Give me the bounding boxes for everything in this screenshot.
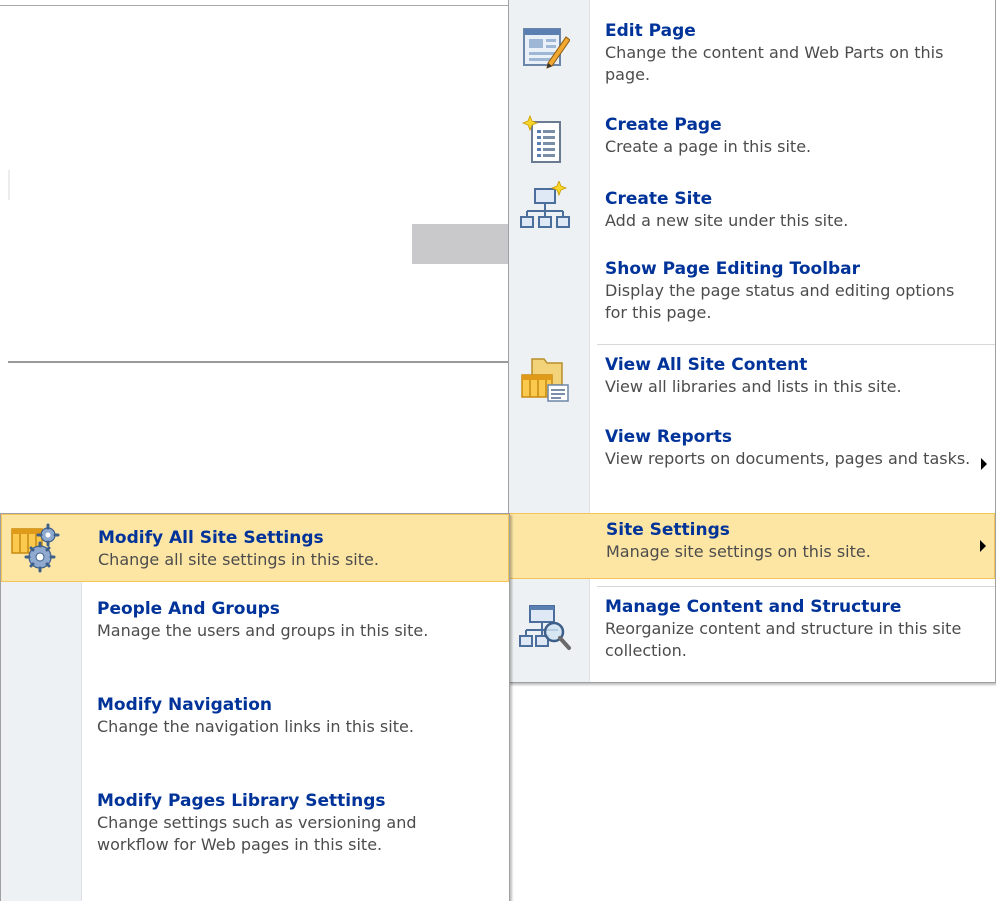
menu-separator xyxy=(597,344,995,345)
menu-item-description: Display the page status and editing opti… xyxy=(605,281,955,322)
menu-item-site-settings[interactable]: Site Settings Manage site settings on th… xyxy=(509,513,995,579)
site-content-icon xyxy=(517,352,573,408)
site-settings-submenu: Modify All Site Settings Change all site… xyxy=(0,513,510,901)
background-divider xyxy=(8,361,508,363)
menu-item-show-editing-toolbar[interactable]: Show Page Editing Toolbar Display the pa… xyxy=(509,254,995,340)
background-divider xyxy=(0,5,508,6)
menu-item-modify-all-site-settings[interactable]: Modify All Site Settings Change all site… xyxy=(1,514,509,582)
menu-item-manage-content-structure[interactable]: Manage Content and Structure Reorganize … xyxy=(509,592,995,676)
menu-item-title: Manage Content and Structure xyxy=(605,597,902,617)
menu-item-title: Edit Page xyxy=(605,21,696,41)
menu-item-title: Modify Navigation xyxy=(97,695,272,715)
menu-item-title: Modify All Site Settings xyxy=(98,528,324,548)
menu-item-description: View all libraries and lists in this sit… xyxy=(605,377,902,396)
menu-item-title: People And Groups xyxy=(97,599,280,619)
menu-item-title: Create Page xyxy=(605,115,722,135)
menu-item-create-page[interactable]: Create Page Create a page in this site. xyxy=(509,108,995,174)
menu-item-description: Change all site settings in this site. xyxy=(98,550,379,569)
background-block xyxy=(412,224,508,264)
menu-item-description: Manage site settings on this site. xyxy=(606,542,871,561)
create-page-icon xyxy=(517,112,573,168)
menu-item-modify-pages-library-settings[interactable]: Modify Pages Library Settings Change set… xyxy=(1,788,509,900)
menu-item-description: Manage the users and groups in this site… xyxy=(97,621,429,640)
menu-item-title: Create Site xyxy=(605,189,713,209)
menu-item-description: Change settings such as versioning and w… xyxy=(97,813,417,854)
background-mark xyxy=(8,170,10,200)
menu-item-create-site[interactable]: Create Site Add a new site under this si… xyxy=(509,178,995,244)
submenu-arrow-icon xyxy=(980,540,986,552)
menu-item-view-reports[interactable]: View Reports View reports on documents, … xyxy=(509,422,995,506)
menu-item-title: Show Page Editing Toolbar xyxy=(605,259,861,279)
menu-item-description: Change the navigation links in this site… xyxy=(97,717,414,736)
menu-item-title: View All Site Content xyxy=(605,355,808,375)
menu-item-modify-navigation[interactable]: Modify Navigation Change the navigation … xyxy=(1,692,509,778)
menu-item-edit-page[interactable]: Edit Page Change the content and Web Par… xyxy=(509,10,995,84)
menu-icon-gutter xyxy=(509,0,590,682)
submenu-arrow-icon xyxy=(981,458,987,470)
create-site-icon xyxy=(517,180,573,236)
menu-item-title: Site Settings xyxy=(606,520,730,540)
menu-item-description: Reorganize content and structure in this… xyxy=(605,619,962,660)
menu-item-description: Add a new site under this site. xyxy=(605,211,849,230)
menu-item-people-and-groups[interactable]: People And Groups Manage the users and g… xyxy=(1,596,509,682)
menu-item-description: Change the content and Web Parts on this… xyxy=(605,43,944,84)
menu-separator xyxy=(597,586,995,587)
menu-item-description: View reports on documents, pages and tas… xyxy=(605,449,971,468)
site-settings-gear-icon xyxy=(10,519,66,575)
menu-item-description: Create a page in this site. xyxy=(605,137,812,156)
menu-item-title: View Reports xyxy=(605,427,732,447)
manage-structure-icon xyxy=(517,600,573,656)
site-actions-menu: Edit Page Change the content and Web Par… xyxy=(508,0,996,683)
menu-item-view-all-site-content[interactable]: View All Site Content View all libraries… xyxy=(509,350,995,418)
edit-page-icon xyxy=(517,20,573,76)
menu-item-title: Modify Pages Library Settings xyxy=(97,791,386,811)
